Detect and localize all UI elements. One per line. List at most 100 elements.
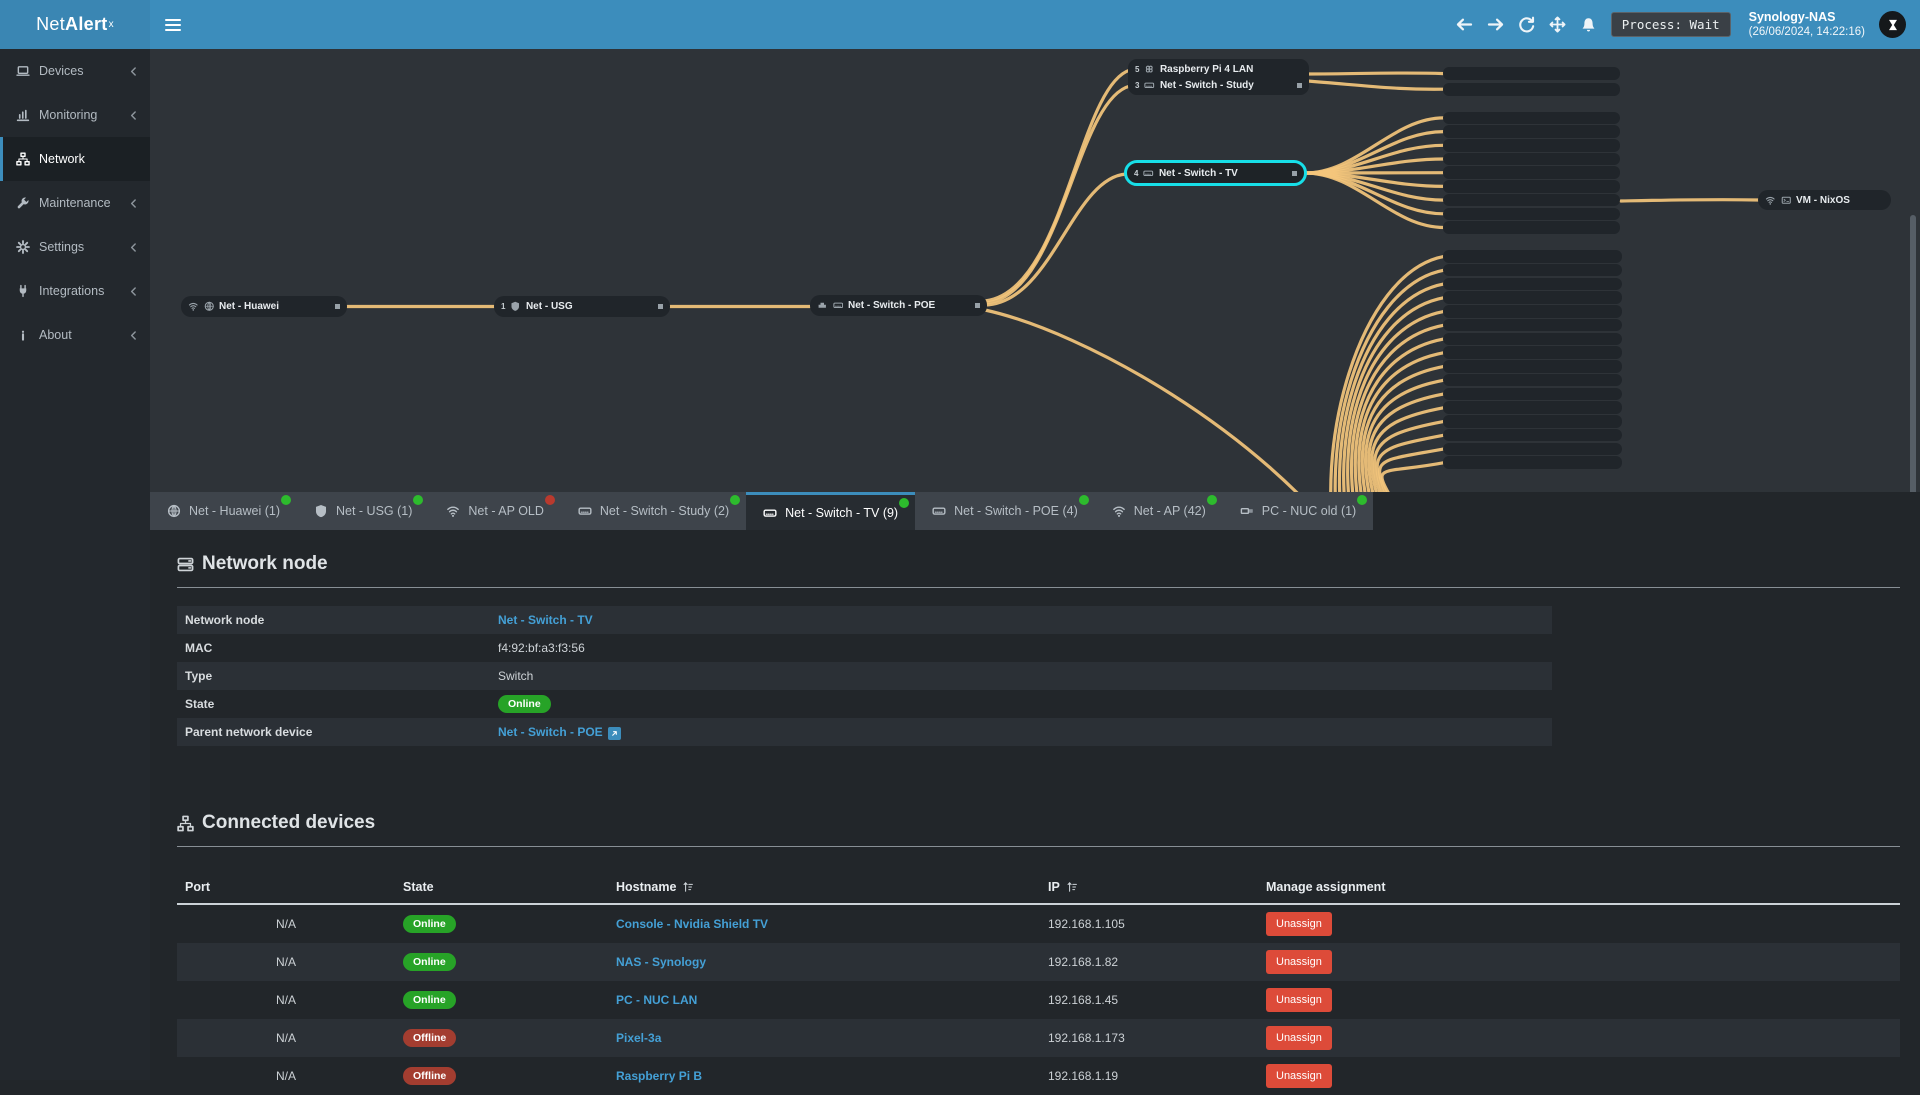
leaf-device[interactable]: [1443, 415, 1622, 428]
status-dot-green: [730, 495, 741, 505]
sidebar-item-settings[interactable]: Settings: [0, 225, 150, 269]
forward-arrow-icon[interactable]: [1487, 16, 1504, 33]
tab-label: Net - Huawei (1): [189, 504, 280, 518]
back-arrow-icon[interactable]: [1456, 16, 1473, 33]
leaf-device[interactable]: [1443, 180, 1620, 193]
leaf-device[interactable]: [1443, 250, 1622, 263]
tab-pc-nuc-old-1-[interactable]: PC - NUC old (1): [1222, 492, 1374, 530]
port-handle[interactable]: [975, 303, 980, 308]
sidebar-toggle-button[interactable]: [150, 0, 196, 49]
tab-net-ap-42-[interactable]: Net - AP (42): [1094, 492, 1223, 530]
sidebar-item-monitoring[interactable]: Monitoring: [0, 93, 150, 137]
parent-node-link[interactable]: Net - Switch - POE: [498, 725, 603, 739]
leaf-device[interactable]: [1443, 456, 1622, 469]
leaf-device[interactable]: [1443, 67, 1620, 81]
tab-net-switch-study-2-[interactable]: Net - Switch - Study (2): [560, 492, 747, 530]
node-link[interactable]: Net - Switch - TV: [498, 613, 593, 627]
cell-state: Offline: [395, 1029, 608, 1047]
topology-node-huawei[interactable]: Net - Huawei: [181, 296, 347, 317]
topology-node-tv[interactable]: 4 Net - Switch - TV: [1124, 160, 1307, 186]
process-status-badge[interactable]: Process: Wait: [1610, 12, 1731, 37]
cell-ip: 192.168.1.105: [1048, 917, 1125, 931]
sort-icon[interactable]: [1066, 881, 1078, 893]
topology-node-pi4[interactable]: 5 Raspberry Pi 4 LAN: [1135, 61, 1302, 77]
leaf-device[interactable]: [1443, 83, 1620, 97]
network-topology-diagram[interactable]: Net - Huawei 1 Net - USG Net - Switch - POE…: [150, 49, 1920, 492]
leaf-device[interactable]: [1443, 125, 1620, 138]
topology-node-group-study[interactable]: 5 Raspberry Pi 4 LAN 3 Net - Switch - Study: [1128, 59, 1309, 95]
port-handle[interactable]: [1292, 170, 1297, 176]
leaf-device[interactable]: [1443, 442, 1622, 456]
hostname-link[interactable]: PC - NUC LAN: [616, 993, 697, 1007]
leaf-device[interactable]: [1443, 291, 1622, 304]
leaf-device[interactable]: [1443, 277, 1622, 291]
user-avatar[interactable]: [1879, 11, 1906, 38]
port-number: 5: [1135, 64, 1140, 74]
leaf-device[interactable]: [1443, 360, 1622, 373]
vm-icon: [1781, 196, 1791, 204]
sidebar-item-integrations[interactable]: Integrations: [0, 269, 150, 313]
refresh-icon[interactable]: [1518, 16, 1535, 33]
sidebar-item-maintenance[interactable]: Maintenance: [0, 181, 150, 225]
leaf-device[interactable]: [1443, 166, 1620, 179]
tab-label: Net - Switch - TV (9): [785, 505, 899, 520]
diagram-scrollbar-thumb[interactable]: [1910, 215, 1916, 492]
topology-node-poe[interactable]: Net - Switch - POE: [810, 295, 987, 316]
topology-node-usg[interactable]: 1 Net - USG: [494, 296, 670, 317]
leaf-device[interactable]: [1443, 332, 1622, 346]
unassign-button[interactable]: Unassign: [1266, 912, 1332, 936]
column-header-manage-assignment: Manage assignment: [1266, 880, 1386, 894]
unassign-button[interactable]: Unassign: [1266, 988, 1332, 1012]
unassign-button[interactable]: Unassign: [1266, 950, 1332, 974]
section-divider: [177, 587, 1900, 588]
external-link-icon[interactable]: [607, 726, 621, 740]
topology-node-vm[interactable]: VM - NixOS: [1758, 190, 1891, 210]
notifications-bell-icon[interactable]: [1580, 16, 1597, 33]
leaf-device[interactable]: [1443, 305, 1622, 318]
sort-icon[interactable]: [682, 881, 694, 893]
leaf-device[interactable]: [1443, 318, 1622, 332]
column-header-hostname[interactable]: Hostname: [608, 880, 1040, 894]
leaf-device[interactable]: [1443, 428, 1622, 442]
hostname-link[interactable]: Pixel-3a: [616, 1031, 661, 1045]
sidebar-item-devices[interactable]: Devices: [0, 49, 150, 93]
move-pan-icon[interactable]: [1549, 16, 1566, 33]
chevron-left-icon: [128, 286, 139, 297]
leaf-device[interactable]: [1443, 221, 1620, 234]
leaf-device[interactable]: [1443, 111, 1620, 125]
unassign-button[interactable]: Unassign: [1266, 1064, 1332, 1088]
node-label: Raspberry Pi 4 LAN: [1159, 63, 1254, 75]
port-handle[interactable]: [658, 304, 663, 309]
leaf-device[interactable]: [1443, 373, 1622, 387]
cell-hostname: Raspberry Pi B: [608, 1069, 1040, 1083]
sidebar-item-network[interactable]: Network: [0, 137, 150, 181]
status-badge: Online: [498, 695, 551, 713]
topology-node-study[interactable]: 3 Net - Switch - Study: [1135, 77, 1302, 93]
status-dot-green: [413, 495, 424, 505]
tab-net-usg-1-[interactable]: Net - USG (1): [297, 492, 430, 530]
sidebar-item-about[interactable]: About: [0, 313, 150, 357]
leaf-device[interactable]: [1443, 401, 1622, 414]
leaf-device[interactable]: [1443, 263, 1622, 277]
hostname-link[interactable]: Console - Nvidia Shield TV: [616, 917, 768, 931]
switch-icon: [832, 302, 843, 309]
unassign-button[interactable]: Unassign: [1266, 1026, 1332, 1050]
port-handle[interactable]: [335, 304, 340, 309]
tab-label: Net - Switch - Study (2): [599, 504, 730, 518]
tab-net-switch-tv-9-[interactable]: Net - Switch - TV (9): [746, 492, 916, 530]
app-logo[interactable]: Net Alert x: [0, 0, 150, 49]
tab-net-switch-poe-4-[interactable]: Net - Switch - POE (4): [915, 492, 1095, 530]
leaf-device[interactable]: [1443, 152, 1620, 166]
tab-net-ap-old[interactable]: Net - AP OLD: [429, 492, 561, 530]
hostname-link[interactable]: Raspberry Pi B: [616, 1069, 702, 1083]
leaf-device[interactable]: [1443, 387, 1622, 401]
column-header-ip[interactable]: IP: [1040, 880, 1258, 894]
leaf-device[interactable]: [1443, 193, 1620, 207]
hostname-link[interactable]: NAS - Synology: [616, 955, 706, 969]
port-handle[interactable]: [1297, 82, 1302, 88]
usb-icon: [1240, 507, 1253, 515]
leaf-device[interactable]: [1443, 207, 1620, 221]
leaf-device[interactable]: [1443, 346, 1622, 359]
leaf-device[interactable]: [1443, 139, 1620, 152]
tab-net-huawei-1-[interactable]: Net - Huawei (1): [150, 492, 297, 530]
